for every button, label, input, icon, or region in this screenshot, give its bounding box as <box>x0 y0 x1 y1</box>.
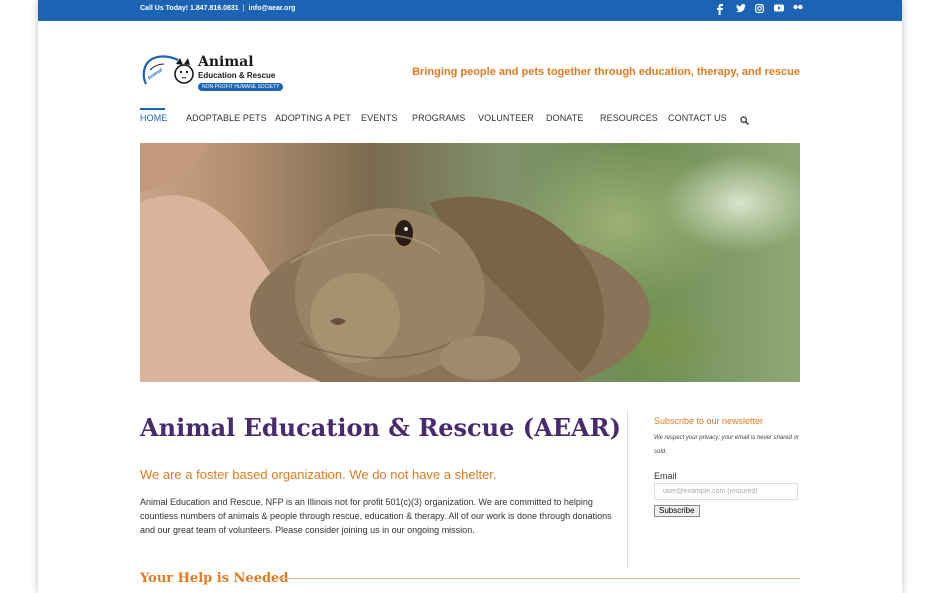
nav-item-volunteer[interactable]: VOLUNTEER <box>478 113 534 123</box>
social-links <box>717 4 803 16</box>
page-frame: Call Us Today! 1.847.816.0831 | info@aear.… <box>38 0 902 593</box>
youtube-icon[interactable] <box>774 4 784 16</box>
nav-item-contact-us[interactable]: CONTACT US <box>668 113 727 123</box>
logo-badge: NON-PROFIT HUMANE SOCIETY <box>198 83 284 91</box>
section-heading-help: Your Help is Needed <box>140 571 289 586</box>
intro-paragraph: Animal Education and Rescue, NFP is an I… <box>140 497 612 535</box>
contact-info: Call Us Today! 1.847.816.0831 | info@aear.… <box>140 5 295 12</box>
instagram-icon[interactable] <box>755 4 764 16</box>
top-bar: Call Us Today! 1.847.816.0831 | info@aear.… <box>38 0 902 21</box>
hero-rabbit-illustration <box>140 143 650 382</box>
nav-item-resources[interactable]: RESOURCES <box>600 113 658 123</box>
contact-separator: | <box>242 5 245 12</box>
site-logo[interactable]: Animal Animal Education & Rescue NON-PRO… <box>140 52 285 94</box>
main-nav: HOME ADOPTABLE PETS ADOPTING A PET EVENT… <box>140 108 800 130</box>
email-link[interactable]: info@aear.org <box>249 5 296 12</box>
hero-image <box>140 143 800 382</box>
nav-item-donate[interactable]: DONATE <box>546 113 583 123</box>
logo-cat-dog-icon: Animal <box>142 55 194 85</box>
facebook-icon[interactable] <box>717 4 726 16</box>
nav-item-adoptable-pets[interactable]: ADOPTABLE PETS <box>186 113 267 123</box>
search-icon[interactable] <box>740 112 749 130</box>
subscribe-button[interactable]: Subscribe <box>654 505 700 517</box>
site-tagline: Bringing people and pets together throug… <box>412 66 800 78</box>
svg-text:Animal: Animal <box>147 67 165 82</box>
nav-item-programs[interactable]: PROGRAMS <box>412 113 465 123</box>
logo-title: Animal <box>198 54 254 70</box>
email-input[interactable] <box>654 483 798 500</box>
page-subheading: We are a foster based organization. We d… <box>140 467 497 482</box>
phone-text[interactable]: Call Us Today! 1.847.816.0831 <box>140 5 239 12</box>
logo-subtitle: Education & Rescue <box>198 71 276 80</box>
newsletter-privacy-note: We respect your privacy; your email is n… <box>654 435 799 455</box>
nav-active-indicator <box>140 108 165 110</box>
page-title: Animal Education & Rescue (AEAR) <box>140 413 621 442</box>
twitter-icon[interactable] <box>736 4 746 16</box>
section-heading-rule <box>276 578 800 579</box>
column-divider <box>627 410 628 568</box>
nav-item-events[interactable]: EVENTS <box>361 113 398 123</box>
flickr-icon[interactable] <box>793 4 803 16</box>
email-label: Email <box>654 471 677 481</box>
nav-item-adopting-a-pet[interactable]: ADOPTING A PET <box>275 113 351 123</box>
nav-item-home[interactable]: HOME <box>140 113 167 123</box>
newsletter-title: Subscribe to our newsletter <box>654 416 764 426</box>
